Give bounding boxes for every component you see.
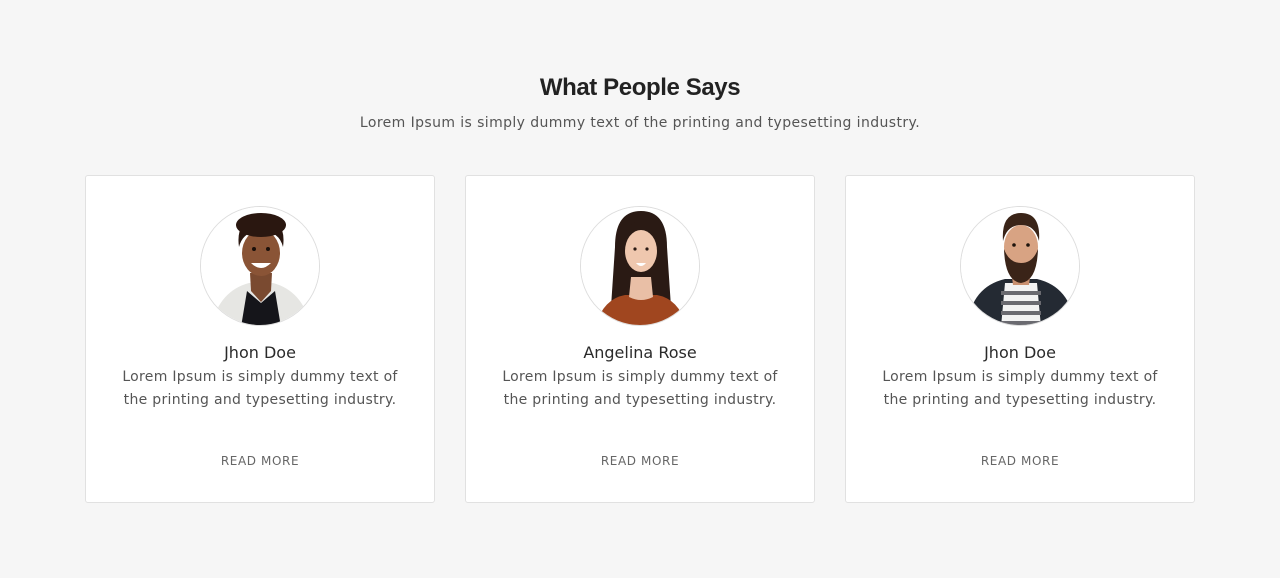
section-title: What People Says — [539, 74, 741, 101]
section-subtitle: Lorem Ipsum is simply dummy text of the … — [359, 115, 921, 131]
woman-avatar-image — [581, 207, 699, 325]
testimonial-name: Angelina Rose — [583, 343, 697, 362]
man-afro-avatar-image — [201, 207, 319, 325]
testimonial-name: Jhon Doe — [224, 343, 296, 362]
testimonial-card: Jhon Doe Lorem Ipsum is simply dummy tex… — [85, 175, 435, 503]
testimonial-quote: Lorem Ipsum is simply dummy text of the … — [882, 369, 1158, 408]
read-more-link[interactable]: READ MORE — [846, 454, 1194, 468]
testimonial-card: Jhon Doe Lorem Ipsum is simply dummy tex… — [845, 175, 1195, 503]
testimonial-quote: Lorem Ipsum is simply dummy text of the … — [122, 369, 398, 408]
testimonial-quote: Lorem Ipsum is simply dummy text of the … — [502, 369, 778, 408]
testimonials-section: What People Says Lorem Ipsum is simply d… — [0, 0, 1280, 578]
avatar — [960, 206, 1080, 326]
avatar — [580, 206, 700, 326]
testimonial-card: Angelina Rose Lorem Ipsum is simply dumm… — [465, 175, 815, 503]
testimonial-name: Jhon Doe — [984, 343, 1056, 362]
bearded-man-avatar-image — [961, 207, 1079, 325]
avatar — [200, 206, 320, 326]
read-more-link[interactable]: READ MORE — [466, 454, 814, 468]
read-more-link[interactable]: READ MORE — [86, 454, 434, 468]
